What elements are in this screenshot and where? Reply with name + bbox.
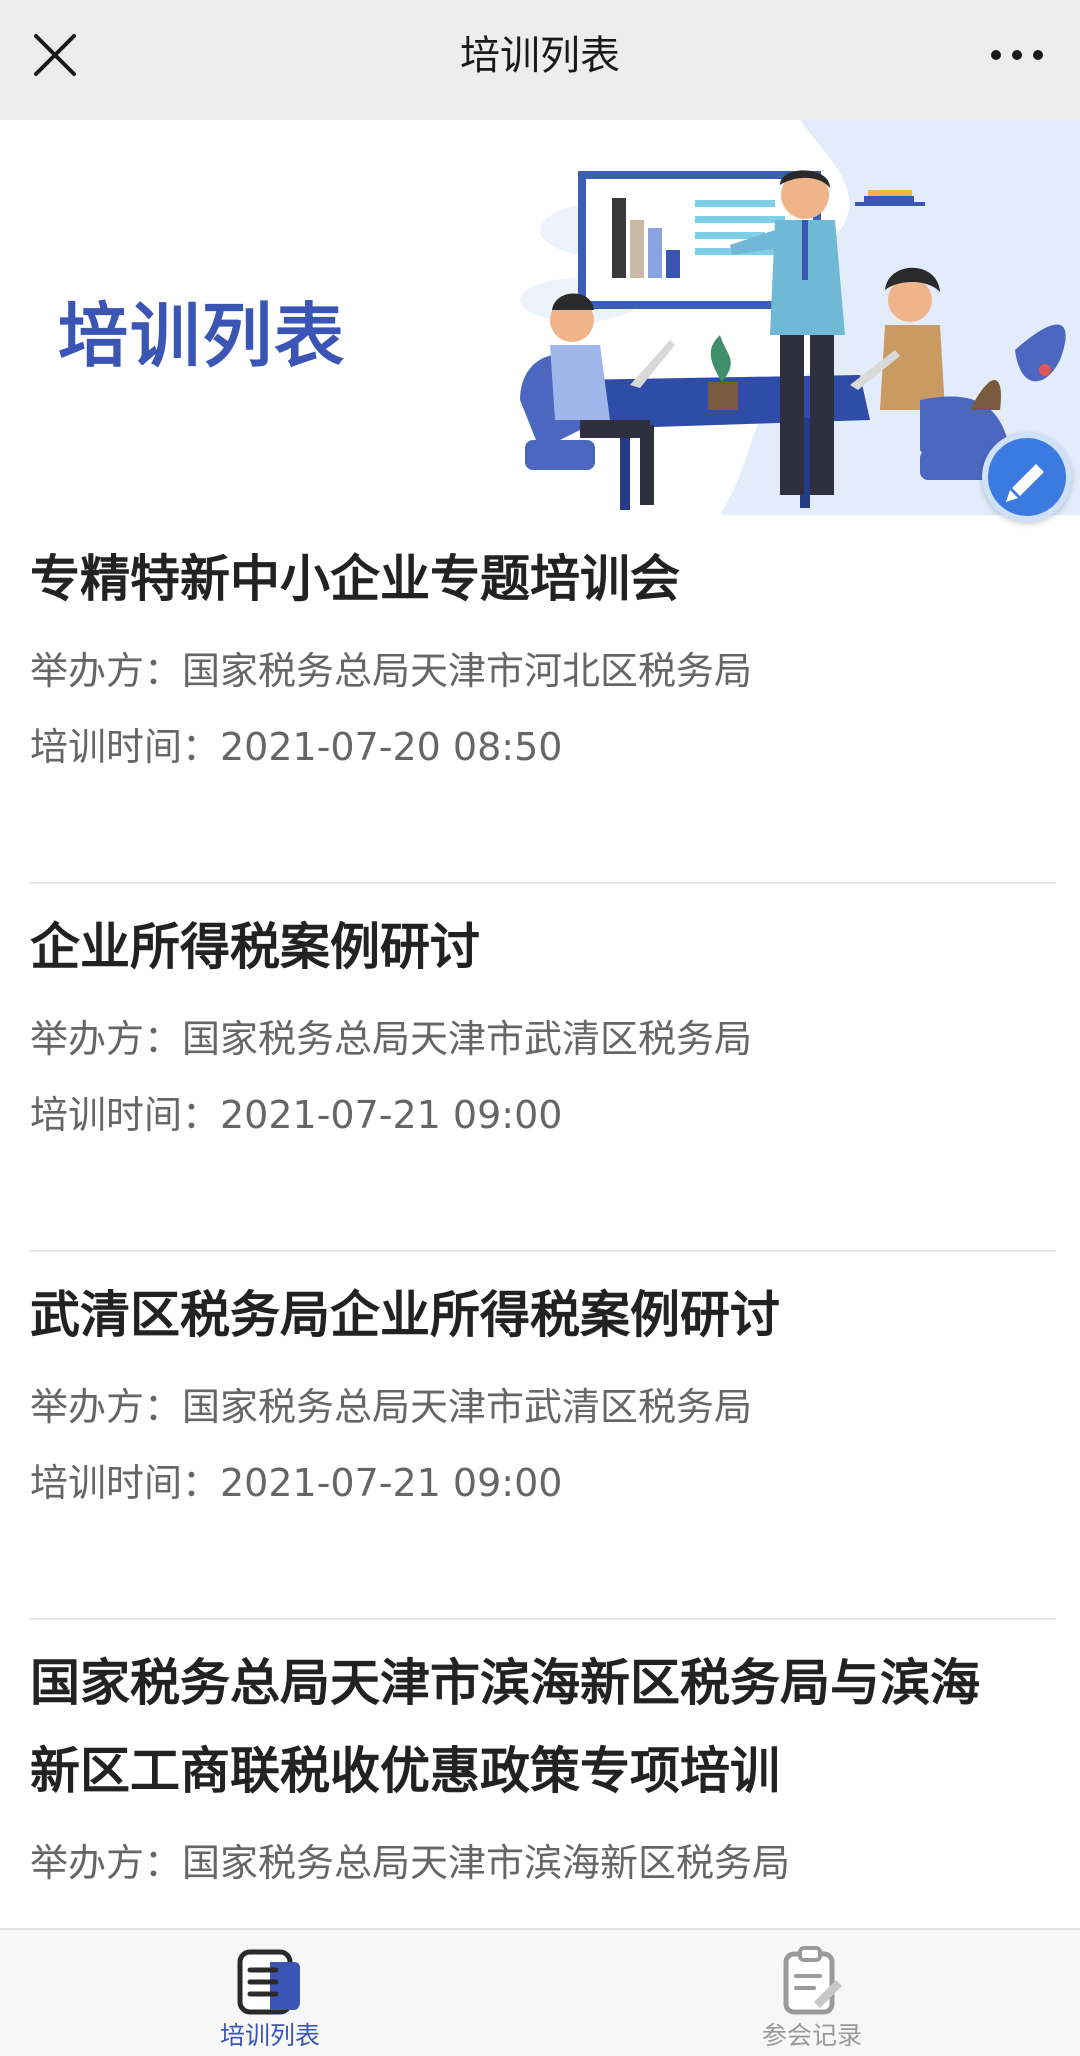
- page-title: 培训列表: [460, 33, 620, 79]
- training-title: 企业所得税案例研讨: [30, 918, 480, 976]
- more-horizontal-icon[interactable]: [982, 28, 1052, 82]
- training-organizer: 举办方：国家税务总局天津市河北区税务局: [30, 649, 753, 693]
- training-title: 武清区税务局企业所得税案例研讨: [30, 1286, 780, 1344]
- banner: 培训列表: [0, 120, 1080, 515]
- training-organizer: 举办方：国家税务总局天津市武清区税务局: [30, 1385, 753, 1429]
- floating-edit-button[interactable]: [982, 432, 1072, 522]
- banner-title: 培训列表: [58, 295, 346, 377]
- training-title: 专精特新中小企业专题培训会: [30, 550, 680, 608]
- training-list-icon: [237, 1949, 300, 2015]
- meeting-record-icon: [783, 1946, 842, 2015]
- list-item[interactable]: 国家税务总局天津市滨海新区税务局与滨海 新区工商联税收优惠政策专项培训 举办方：…: [0, 1639, 1080, 1901]
- tab-label: 参会记录: [761, 2021, 862, 2050]
- training-title-line2: 新区工商联税收优惠政策专项培训: [30, 1742, 780, 1800]
- list-item[interactable]: 企业所得税案例研讨 举办方：国家税务总局天津市武清区税务局 培训时间：2021-…: [0, 903, 1080, 1153]
- top-navigation-bar: 培训列表: [0, 0, 1080, 120]
- edit-pen-icon: [1006, 464, 1044, 502]
- training-time: 培训时间：2021-07-20 08:50: [30, 725, 563, 769]
- training-time: 培训时间：2021-07-21 09:00: [30, 1093, 563, 1137]
- training-organizer: 举办方：国家税务总局天津市武清区税务局: [30, 1017, 753, 1061]
- divider: [30, 882, 1056, 884]
- training-time: 培训时间：2021-07-21 09:00: [30, 1461, 563, 1505]
- tab-label: 培训列表: [219, 2021, 320, 2050]
- tab-meeting-records[interactable]: 参会记录: [662, 1930, 962, 2056]
- tab-training-list[interactable]: 培训列表: [120, 1930, 420, 2056]
- divider: [30, 1618, 1056, 1620]
- training-organizer: 举办方：国家税务总局天津市滨海新区税务局: [30, 1841, 791, 1885]
- list-item[interactable]: 专精特新中小企业专题培训会 举办方：国家税务总局天津市河北区税务局 培训时间：2…: [0, 535, 1080, 785]
- list-item[interactable]: 武清区税务局企业所得税案例研讨 举办方：国家税务总局天津市武清区税务局 培训时间…: [0, 1271, 1080, 1521]
- training-title-line1: 国家税务总局天津市滨海新区税务局与滨海: [30, 1654, 980, 1712]
- divider: [30, 1250, 1056, 1252]
- bottom-tab-bar: 培训列表 参会记录: [0, 1928, 1080, 2056]
